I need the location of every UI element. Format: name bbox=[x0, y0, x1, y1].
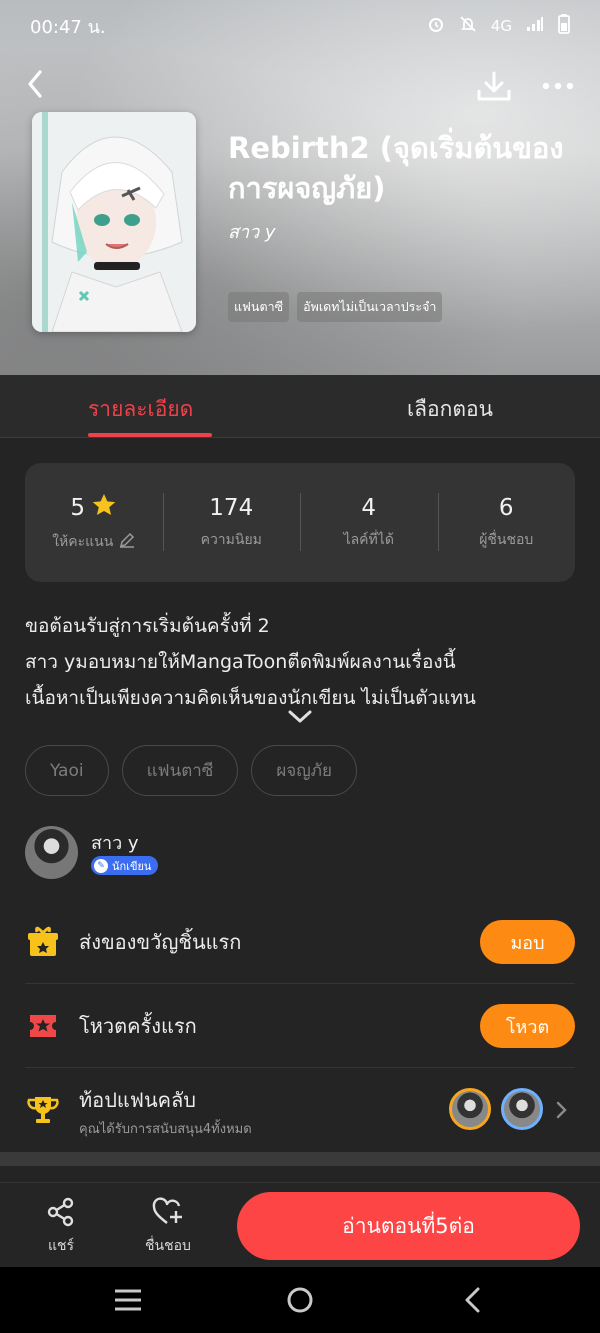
comic-author[interactable]: สาว y bbox=[228, 217, 276, 246]
give-gift-button[interactable]: มอบ bbox=[480, 920, 575, 964]
tag-genre[interactable]: แฟนตาซี bbox=[228, 292, 290, 322]
chevron-right-icon bbox=[555, 1100, 569, 1120]
comic-description[interactable]: ขอต้อนรับสู่การเริ่มต้นครั้งที่ 2 สาว yม… bbox=[25, 608, 585, 716]
star-icon bbox=[91, 493, 117, 523]
gift-label: ส่งของขวัญชิ้นแรก bbox=[79, 930, 242, 954]
expand-chevron-icon[interactable] bbox=[287, 708, 313, 726]
network-label: 4G bbox=[490, 17, 512, 35]
popularity-value: 174 bbox=[209, 494, 254, 521]
author-row[interactable]: สาว y ✎ นักเขียน bbox=[25, 826, 575, 880]
gift-row: ส่งของขวัญชิ้นแรก มอบ bbox=[25, 900, 575, 984]
genre-chips: Yaoi แฟนตาซี ผจญภัย bbox=[25, 745, 357, 796]
description-line: สาว yมอบหมายให้MangaToonตีดพิมพ์ผลงานเรื… bbox=[25, 651, 456, 673]
system-navigation-bar bbox=[0, 1267, 600, 1333]
genre-chip[interactable]: แฟนตาซี bbox=[121, 745, 239, 796]
popularity-label: ความนิยม bbox=[200, 531, 262, 548]
comic-tags: แฟนตาซี อัพเดทไม่เป็นเวลาประจำ bbox=[228, 292, 443, 322]
system-back-icon[interactable] bbox=[458, 1286, 488, 1314]
genre-chip[interactable]: ผจญภัย bbox=[251, 745, 357, 796]
download-icon[interactable] bbox=[474, 68, 514, 104]
edit-icon bbox=[119, 532, 135, 552]
home-icon[interactable] bbox=[285, 1286, 315, 1314]
heart-add-icon bbox=[152, 1197, 184, 1231]
battery-icon bbox=[558, 14, 570, 38]
favorite-button[interactable]: ชื่นชอบ bbox=[145, 1197, 191, 1257]
author-badge: ✎ นักเขียน bbox=[91, 856, 159, 875]
tab-details[interactable]: รายละเอียด bbox=[88, 393, 193, 426]
mute-icon bbox=[459, 15, 477, 37]
more-options-icon[interactable] bbox=[538, 68, 578, 104]
status-bar: 00:47 น. 4G bbox=[0, 0, 600, 52]
fans-label: ผู้ชื่นชอบ bbox=[479, 531, 534, 548]
stat-rating[interactable]: 5 ให้คะแนน bbox=[25, 463, 163, 582]
stat-fans: 6 ผู้ชื่นชอบ bbox=[437, 463, 576, 582]
rating-value: 5 bbox=[70, 494, 86, 521]
likes-label: ไลค์ที่ได้ bbox=[343, 531, 394, 548]
signal-icon bbox=[526, 16, 544, 36]
fanclub-support-text: คุณได้รับการสนับสนุน4ทั้งหมด bbox=[79, 1122, 252, 1137]
fanclub-label: ท้อปแฟนคลับ bbox=[79, 1088, 196, 1112]
active-tab-indicator bbox=[88, 433, 212, 437]
tab-bar: รายละเอียด เลือกตอน bbox=[0, 375, 600, 438]
fanclub-row[interactable]: ท้อปแฟนคลับ คุณได้รับการสนับสนุน4ทั้งหมด bbox=[25, 1068, 575, 1152]
trophy-icon bbox=[25, 1092, 61, 1128]
writer-badge-icon: ✎ bbox=[94, 858, 108, 873]
tab-episodes[interactable]: เลือกตอน bbox=[407, 393, 493, 426]
bottom-action-bar: แชร์ ชื่นชอบ อ่านตอนที่5ต่อ bbox=[0, 1182, 600, 1267]
fan-avatar[interactable] bbox=[449, 1088, 491, 1130]
description-line: ขอต้อนรับสู่การเริ่มต้นครั้งที่ 2 bbox=[25, 615, 270, 637]
stat-likes: 4 ไลค์ที่ได้ bbox=[300, 463, 438, 582]
stat-popularity: 174 ความนิยม bbox=[162, 463, 301, 582]
vote-row: โหวตครั้งแรก โหวต bbox=[25, 984, 575, 1068]
share-label: แชร์ bbox=[47, 1238, 75, 1254]
back-icon[interactable] bbox=[22, 66, 52, 102]
comic-header: 00:47 น. 4G Rebirth2 (จุดเริ่มต้นของการผ… bbox=[0, 0, 600, 375]
stats-card: 5 ให้คะแนน 174 ความนิยม 4 ไลค์ที่ได้ 6 ผ… bbox=[25, 463, 575, 582]
author-name[interactable]: สาว y bbox=[91, 828, 139, 857]
rating-label: ให้คะแนน bbox=[52, 533, 114, 550]
favorite-label: ชื่นชอบ bbox=[145, 1238, 191, 1254]
badge-label: นักเขียน bbox=[112, 859, 152, 873]
author-avatar[interactable] bbox=[25, 826, 78, 879]
comic-title: Rebirth2 (จุดเริ่มต้นของการผจญภัย) bbox=[228, 131, 564, 205]
share-icon bbox=[46, 1197, 76, 1231]
section-divider bbox=[0, 1152, 600, 1166]
comic-cover-image bbox=[32, 112, 196, 332]
recent-apps-icon[interactable] bbox=[113, 1286, 143, 1314]
fan-avatar[interactable] bbox=[501, 1088, 543, 1130]
likes-value: 4 bbox=[361, 494, 377, 521]
top-fan-avatars bbox=[449, 1088, 543, 1130]
alarm-icon bbox=[427, 15, 445, 37]
gift-icon bbox=[25, 924, 61, 960]
continue-reading-button[interactable]: อ่านตอนที่5ต่อ bbox=[237, 1192, 580, 1260]
status-time: 00:47 น. bbox=[30, 16, 106, 38]
share-button[interactable]: แชร์ bbox=[46, 1197, 76, 1257]
vote-button[interactable]: โหวต bbox=[480, 1004, 575, 1048]
fans-value: 6 bbox=[498, 494, 514, 521]
top-bar bbox=[0, 62, 600, 108]
tag-update-schedule: อัพเดทไม่เป็นเวลาประจำ bbox=[297, 292, 443, 322]
vote-label: โหวตครั้งแรก bbox=[79, 1014, 197, 1038]
genre-chip[interactable]: Yaoi bbox=[25, 745, 109, 796]
vote-ticket-icon bbox=[25, 1008, 61, 1044]
